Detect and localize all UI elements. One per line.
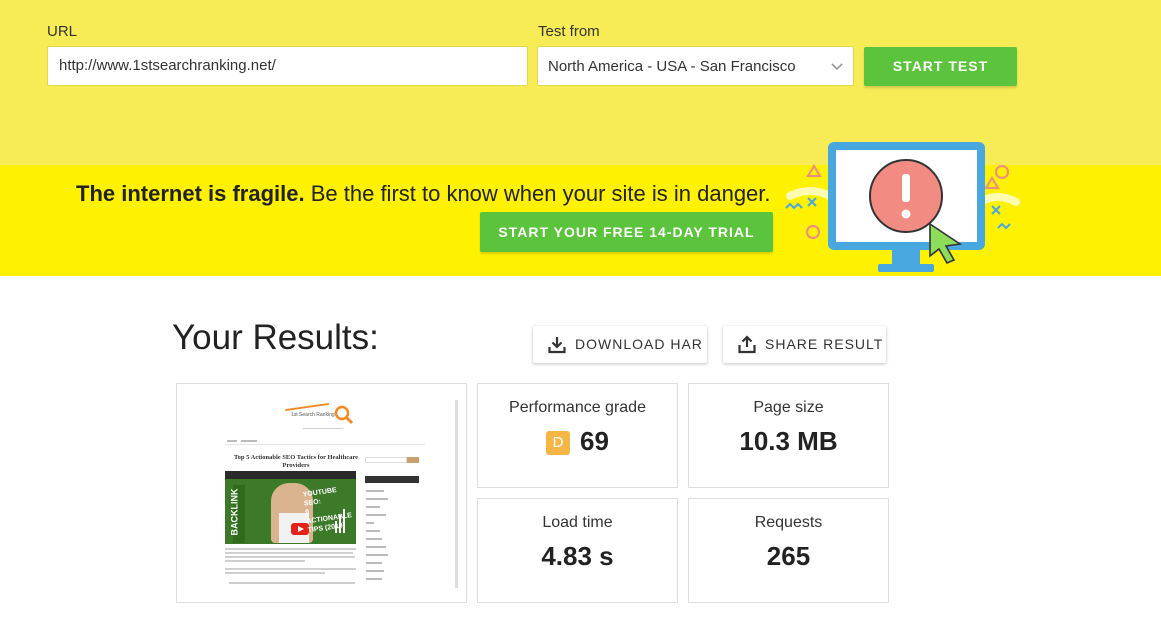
load-time-card: Load time 4.83 s: [477, 498, 678, 603]
grade-badge: D: [546, 431, 571, 455]
performance-grade-value: 69: [580, 426, 609, 456]
thumb-logo-magnifier-icon: [334, 405, 354, 425]
promo-headline-rest: Be the first to know when your site is i…: [304, 181, 771, 206]
requests-label: Requests: [754, 514, 823, 531]
page-screenshot-card: 1st Search Ranking Top 5 Actionable SEO …: [176, 383, 467, 603]
load-time-value: 4.83 s: [541, 541, 614, 571]
download-icon: [548, 337, 566, 354]
performance-grade-card: Performance grade D 69: [477, 383, 678, 488]
download-har-label: DOWNLOAD HAR: [575, 336, 703, 352]
thumb-side-text: BACKLINK: [229, 488, 240, 536]
promo-headline: The internet is fragile. Be the first to…: [76, 181, 771, 207]
chevron-down-icon: [831, 47, 843, 103]
thumb-video: BACKLINK YOUTUBE SEO: 9 ACTIONABLE TIPS …: [225, 471, 356, 544]
results-title: Your Results:: [172, 318, 379, 357]
page-size-label: Page size: [753, 399, 824, 416]
page-size-card: Page size 10.3 MB: [688, 383, 889, 488]
thumb-logo-text: 1st Search Ranking: [291, 412, 335, 418]
thumb-article-title: Top 5 Actionable SEO Tactics for Healthc…: [233, 454, 359, 469]
test-from-label: Test from: [538, 23, 600, 40]
share-icon: [738, 335, 756, 354]
url-input[interactable]: [47, 46, 528, 86]
monitor-alert-illustration: [785, 142, 1020, 272]
page-size-value: 10.3 MB: [739, 426, 838, 456]
free-trial-button[interactable]: START YOUR FREE 14-DAY TRIAL: [480, 212, 773, 252]
start-test-button[interactable]: START TEST: [864, 47, 1017, 86]
promo-headline-bold: The internet is fragile.: [76, 181, 305, 206]
share-result-button[interactable]: SHARE RESULT: [723, 326, 886, 363]
test-from-value: North America - USA - San Francisco: [548, 58, 796, 75]
load-time-label: Load time: [542, 514, 613, 531]
page-screenshot: 1st Search Ranking Top 5 Actionable SEO …: [185, 392, 440, 596]
performance-grade-label: Performance grade: [509, 399, 646, 416]
download-har-button[interactable]: DOWNLOAD HAR: [533, 326, 707, 363]
share-result-label: SHARE RESULT: [765, 336, 884, 352]
test-from-select[interactable]: North America - USA - San Francisco: [537, 46, 854, 86]
screenshot-scrollbar[interactable]: [455, 400, 458, 588]
url-label: URL: [47, 23, 78, 40]
requests-value: 265: [766, 541, 811, 571]
performance-grade-value-row: D 69: [478, 426, 677, 457]
requests-card: Requests 265: [688, 498, 889, 603]
